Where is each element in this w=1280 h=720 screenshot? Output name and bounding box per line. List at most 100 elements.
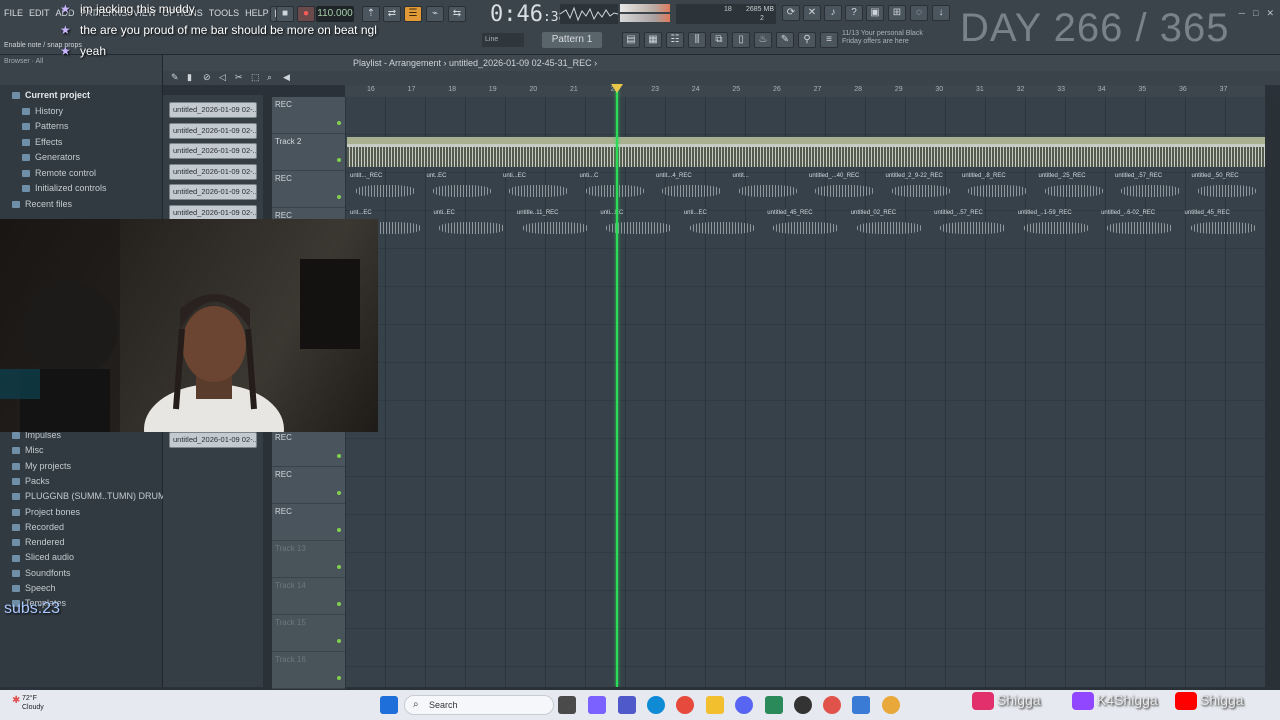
browser-item[interactable]: Initialized controls [22,183,107,193]
track-header[interactable]: REC [272,504,345,541]
master-volume-meter[interactable] [620,4,670,12]
news-icon[interactable]: ≡ [820,32,838,48]
browser-icon[interactable]: ▯ [732,32,750,48]
recording-clip[interactable]: untitled_.57_REC [1115,173,1188,203]
recording-clip[interactable]: untitled_.25_REC [1039,173,1112,203]
clip-button[interactable]: untitled_2026-01-09 02-... [169,143,257,160]
piano-roll-icon[interactable]: ▦ [644,32,662,48]
download-icon[interactable]: ↓ [932,5,950,21]
tempo-display[interactable]: 110.000 [316,6,354,22]
browser-folder[interactable]: My projects [12,461,71,471]
browser-item[interactable]: Recent files [12,199,72,209]
playlist-icon[interactable]: ▤ [622,32,640,48]
track-header[interactable]: REC [272,171,345,208]
slice-tool-icon[interactable]: ✂ [235,72,243,83]
track-header[interactable]: REC [272,97,345,134]
discord-icon[interactable] [735,696,753,714]
clip-button[interactable]: untitled_2026-01-09 02-... [169,102,257,118]
recording-clip[interactable]: untitled_45_REC [767,210,846,240]
microphone-icon[interactable]: ♪ [824,5,842,21]
teams-icon[interactable] [618,696,636,714]
clip-button[interactable]: untitled_2026-01-09 02-... [169,431,257,448]
browser-folder[interactable]: PLUGGNB (SUMM..TUMN) DRUMKIT [12,491,180,501]
recording-clip[interactable]: unt..EC [427,173,500,203]
track-mute-led[interactable] [337,676,341,680]
recording-clip[interactable]: untit...4_REC [656,173,729,203]
browser-folder[interactable]: Packs [12,476,50,486]
recording-clip[interactable]: unti...EC [600,210,679,240]
edge-icon[interactable] [647,696,665,714]
recording-clip[interactable]: untitled_.50_REC [1192,173,1265,203]
playhead-marker-icon[interactable] [611,84,623,93]
file-explorer-icon[interactable] [706,696,724,714]
recording-clip[interactable]: untit... [733,173,806,203]
delete-tool-icon[interactable]: ⊘ [203,72,211,83]
select-tool-icon[interactable]: ⬚ [251,72,260,83]
save-icon[interactable]: ▣ [866,5,884,21]
playlist-vertical-scrollbar[interactable] [1266,97,1280,687]
fl-studio-icon[interactable] [882,696,900,714]
browser-folder[interactable]: Misc [12,445,44,455]
track-mute-led[interactable] [337,121,341,125]
help-icon[interactable]: ? [845,5,863,21]
step-edit-icon[interactable]: ⌁ [426,6,444,22]
news-panel[interactable]: 11/13 Your personal Black Friday offers … [842,30,952,46]
menu-edit[interactable]: EDIT [29,8,50,18]
record-icon[interactable]: ● [297,6,315,22]
copilot-icon[interactable] [588,696,606,714]
recording-clip[interactable]: untitled_02_REC [851,210,930,240]
plugin-icon[interactable]: ♨ [754,32,772,48]
browser-item[interactable]: Patterns [22,121,69,131]
obs-icon[interactable] [794,696,812,714]
recording-clip[interactable]: untitled_.8_REC [962,173,1035,203]
loop-record-icon[interactable]: ⇆ [448,6,466,22]
snap-select[interactable]: Line [482,33,524,47]
mixer-view-icon[interactable]: ⫼ [688,32,706,48]
track-header[interactable]: Track 15 [272,615,345,652]
track-mute-led[interactable] [337,602,341,606]
taskbar-search[interactable]: ⌕ Search [404,695,554,715]
browser-item[interactable]: History [22,106,63,116]
playlist-titlebar[interactable]: Playlist - Arrangement › untitled_2026-0… [163,55,1280,71]
recording-clip[interactable]: untitled_..57_REC [934,210,1013,240]
chrome-icon[interactable] [676,696,694,714]
stop-icon[interactable]: ■ [276,6,294,22]
channel-rack-icon[interactable]: ☷ [666,32,684,48]
master-pitch-meter[interactable] [620,14,670,22]
mixer-icon[interactable]: ⊞ [888,5,906,21]
browser-item[interactable]: Current project [12,90,90,100]
store-icon[interactable] [852,696,870,714]
browser-folder[interactable]: Soundfonts [12,568,71,578]
menu-tools[interactable]: TOOLS [209,8,239,18]
timeline-ruler[interactable]: 16 17 18 19 20 21 22 23 24 25 26 27 28 29 30 31 32 33 34 35… [345,85,1265,97]
recording-clip[interactable]: unti...EC [684,210,763,240]
playhead-line[interactable] [616,85,618,687]
track-mute-led[interactable] [337,454,341,458]
mute-tool-icon[interactable]: ◁ [219,72,226,83]
track-mute-led[interactable] [337,639,341,643]
recording-clip[interactable]: untitled_2_9-22_REC [886,173,959,203]
metronome-icon[interactable]: ⇡ [362,6,380,22]
track-mute-led[interactable] [337,565,341,569]
browser-folder[interactable]: Project bones [12,507,80,517]
wait-input-icon[interactable]: ⇄ [383,6,401,22]
minimize-icon[interactable]: ─ [1239,8,1245,19]
track-header[interactable]: Track 13 [272,541,345,578]
clip-button[interactable]: untitled_2026-01-09 02-... [169,122,257,139]
browser-folder[interactable]: Rendered [12,537,65,547]
browser-app-icon[interactable] [823,696,841,714]
browser-folder[interactable]: Sliced audio [12,552,74,562]
clip-button[interactable]: untitled_2026-01-09 02-... [169,184,257,201]
link-icon[interactable]: ⚲ [798,32,816,48]
track-header[interactable]: Track 14 [272,578,345,615]
recording-clip[interactable]: untit..._REC [350,173,423,203]
browser-item[interactable]: Generators [22,152,80,162]
channel-settings-icon[interactable]: ⧉ [710,32,728,48]
touch-icon[interactable]: ✎ [776,32,794,48]
pattern-selector[interactable]: Pattern 1 [542,32,602,48]
recording-clip[interactable]: untitled_..6-02_REC [1101,210,1180,240]
track-header[interactable]: REC [272,430,345,467]
audio-settings-icon[interactable]: ✕ [803,5,821,21]
sync-icon[interactable]: ⟳ [782,5,800,21]
track-header[interactable]: Track 16 [272,652,345,689]
